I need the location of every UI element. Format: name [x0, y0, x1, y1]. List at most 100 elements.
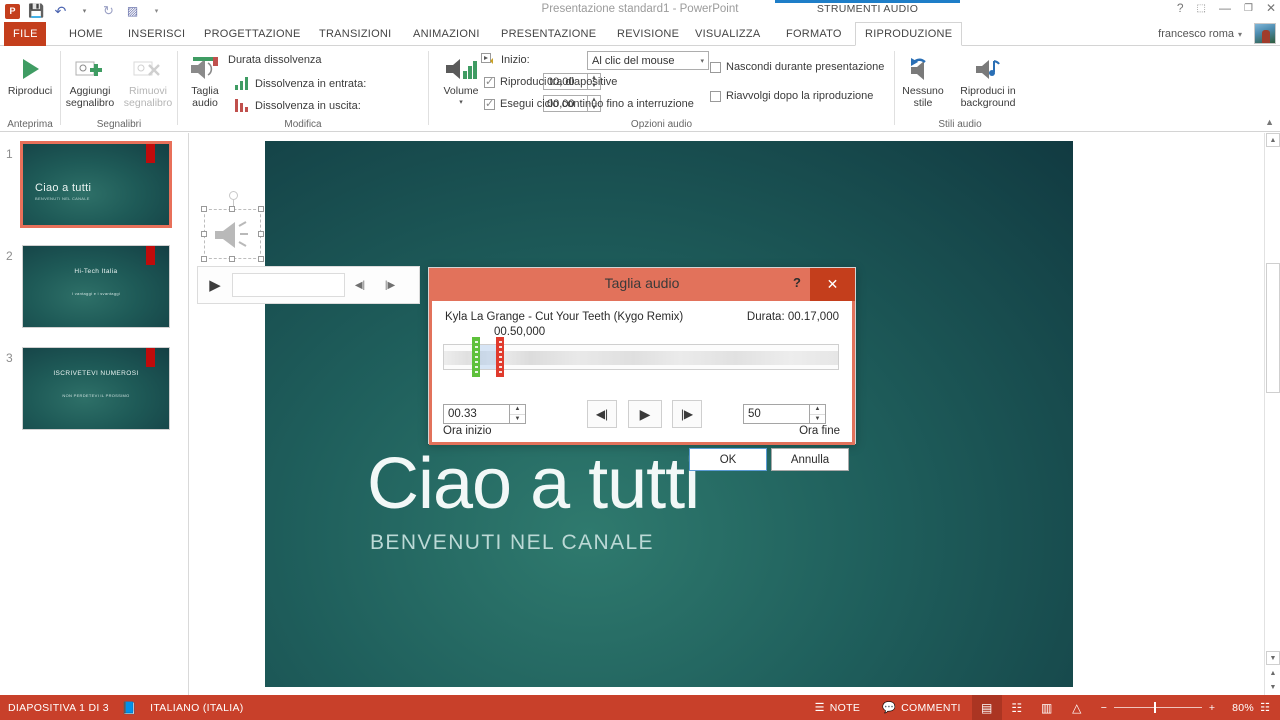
- riavvolgi-checkbox[interactable]: [710, 90, 721, 102]
- comments-button[interactable]: 💬 COMMENTI: [871, 695, 972, 720]
- tab-formato[interactable]: FORMATO: [777, 22, 851, 46]
- fit-slide-icon[interactable]: ☷: [1254, 701, 1276, 714]
- aggiungi-segnalibro-button[interactable]: Aggiungi segnalibro: [58, 49, 122, 113]
- rotate-handle-icon[interactable]: [229, 191, 238, 200]
- play-icon: [0, 49, 62, 83]
- fade-in-label: Dissolvenza in entrata:: [255, 77, 367, 90]
- resize-handle-n[interactable]: [229, 206, 235, 212]
- close-icon[interactable]: ✕: [810, 268, 855, 301]
- tab-riproduzione[interactable]: RIPRODUZIONE: [855, 22, 963, 46]
- restore-icon[interactable]: ❐: [1244, 3, 1253, 14]
- start-time-input[interactable]: 00.33: [443, 404, 510, 424]
- rimuovi-label-2: segnalibro: [123, 96, 173, 109]
- step-forward-button[interactable]: |▶: [672, 400, 702, 428]
- zoom-in-button[interactable]: +: [1209, 702, 1215, 714]
- zoom-level[interactable]: 80%: [1224, 702, 1254, 714]
- audio-object[interactable]: [201, 191, 264, 262]
- avatar[interactable]: [1254, 23, 1276, 44]
- slide-thumbnail-2[interactable]: Hi-Tech Italia I vantaggi e i svantaggi: [22, 245, 170, 328]
- collapse-ribbon-icon[interactable]: ▲: [1265, 117, 1274, 127]
- slide-counter[interactable]: DIAPOSITIVA 1 DI 3: [8, 702, 109, 714]
- language-indicator[interactable]: ITALIANO (ITALIA): [150, 702, 243, 714]
- resize-handle-sw[interactable]: [201, 256, 207, 262]
- spellcheck-icon[interactable]: 📘: [122, 701, 137, 715]
- trim-start-handle[interactable]: [472, 337, 480, 377]
- nascondi-row[interactable]: Nascondi durante presentazione: [710, 61, 884, 73]
- account-name[interactable]: francesco roma ▾: [1158, 22, 1242, 46]
- tab-revisione[interactable]: REVISIONE: [608, 22, 688, 46]
- slide-subtitle[interactable]: BENVENUTI NEL CANALE: [370, 531, 654, 555]
- scroll-down-icon[interactable]: ▼: [1266, 651, 1280, 665]
- tab-progettazione[interactable]: PROGETTAZIONE: [195, 22, 310, 46]
- riproduci-tra-diapositive-checkbox[interactable]: [484, 75, 495, 88]
- resize-handle-s[interactable]: [229, 256, 235, 262]
- trim-end-handle[interactable]: [496, 337, 504, 377]
- inizio-value: Al clic del mouse: [592, 54, 675, 67]
- next-slide-icon[interactable]: ▼: [1266, 680, 1280, 694]
- close-icon[interactable]: ✕: [1266, 1, 1276, 15]
- cancel-button[interactable]: Annulla: [771, 448, 849, 471]
- slide-thumbnail-3[interactable]: ISCRIVETEVI NUMEROSI NON PERDETEVI IL PR…: [22, 347, 170, 430]
- tab-file[interactable]: FILE: [4, 22, 46, 46]
- minimize-icon[interactable]: —: [1219, 1, 1231, 15]
- ciclo-continuo-checkbox[interactable]: [484, 97, 495, 110]
- zoom-control[interactable]: − +: [1092, 702, 1224, 714]
- riavvolgi-row[interactable]: Riavvolgi dopo la riproduzione: [710, 90, 873, 102]
- slideshow-view-button[interactable]: △: [1062, 695, 1092, 720]
- scroll-up-icon[interactable]: ▲: [1266, 133, 1280, 147]
- nessuno-stile-button[interactable]: Nessuno stile: [891, 49, 955, 113]
- ok-button[interactable]: OK: [689, 448, 767, 471]
- end-time-stepper[interactable]: ▲ ▼: [810, 404, 826, 424]
- end-time-input[interactable]: 50: [743, 404, 810, 424]
- group-title-segnalibri: Segnalibri: [96, 119, 142, 130]
- riproduci-tra-diapositive-row[interactable]: Riproduci tra diapositive: [484, 75, 617, 88]
- speaker-icon: [213, 219, 255, 256]
- resize-handle-se[interactable]: [258, 256, 264, 262]
- audio-playback-bar[interactable]: ▶ ◀| |▶: [197, 266, 420, 304]
- dialog-body: Kyla La Grange - Cut Your Teeth (Kygo Re…: [429, 301, 855, 471]
- help-icon[interactable]: ?: [1177, 1, 1184, 15]
- tab-presentazione[interactable]: PRESENTAZIONE: [492, 22, 605, 46]
- inizio-select[interactable]: Al clic del mouse ▾: [587, 51, 709, 70]
- slide-thumbnail-1[interactable]: Ciao a tutti BENVENUTI NEL CANALE: [20, 141, 172, 228]
- reading-view-button[interactable]: ▥: [1032, 695, 1062, 720]
- slide-title[interactable]: Ciao a tutti: [367, 443, 700, 525]
- ciclo-continuo-row[interactable]: Esegui ciclo continuo fino a interruzion…: [484, 97, 694, 110]
- vertical-scrollbar[interactable]: ▲ ▼ ▲ ▼: [1264, 133, 1280, 695]
- normal-view-button[interactable]: ▤: [971, 695, 1002, 720]
- ribbon: Riproduci Anteprima Aggiungi segnalibro …: [0, 46, 1280, 132]
- tab-home[interactable]: HOME: [60, 22, 112, 46]
- ribbon-display-options-icon[interactable]: ⬚: [1197, 3, 1206, 14]
- tab-animazioni[interactable]: ANIMAZIONI: [404, 22, 489, 46]
- playback-play-button[interactable]: ▶: [198, 276, 232, 294]
- resize-handle-e[interactable]: [258, 231, 264, 237]
- resize-handle-ne[interactable]: [258, 206, 264, 212]
- step-back-button[interactable]: ◀|: [587, 400, 617, 428]
- start-time-stepper[interactable]: ▲ ▼: [510, 404, 526, 424]
- inizio-label: Inizio:: [501, 53, 530, 66]
- trim-audio-dialog[interactable]: Taglia audio ? ✕ Kyla La Grange - Cut Yo…: [428, 267, 856, 471]
- slide-sorter-view-button[interactable]: ☷: [1002, 695, 1032, 720]
- start-time-label: Ora inizio: [443, 425, 492, 437]
- fade-out-icon: [235, 99, 250, 112]
- tab-visualizza[interactable]: VISUALIZZA: [686, 22, 769, 46]
- fade-out-label: Dissolvenza in uscita:: [255, 99, 361, 112]
- rimuovi-segnalibro-button[interactable]: Rimuovi segnalibro: [116, 49, 180, 113]
- playback-forward-button[interactable]: |▶: [375, 280, 405, 291]
- scrollbar-thumb[interactable]: [1266, 263, 1280, 393]
- notes-button[interactable]: ☰ NOTE: [804, 695, 872, 720]
- riproduci-in-background-button[interactable]: Riproduci in background: [952, 49, 1024, 113]
- help-icon[interactable]: ?: [793, 275, 801, 290]
- resize-handle-w[interactable]: [201, 231, 207, 237]
- previous-slide-icon[interactable]: ▲: [1266, 666, 1280, 680]
- play-button[interactable]: ▶: [628, 400, 662, 428]
- riproduci-button[interactable]: Riproduci: [0, 49, 62, 113]
- playback-back-button[interactable]: ◀|: [345, 280, 375, 291]
- playback-progress-track[interactable]: [232, 273, 345, 297]
- nascondi-checkbox[interactable]: [710, 61, 721, 73]
- zoom-out-button[interactable]: −: [1101, 702, 1107, 714]
- tab-transizioni[interactable]: TRANSIZIONI: [310, 22, 400, 46]
- zoom-slider[interactable]: [1113, 702, 1202, 713]
- tab-inserisci[interactable]: INSERISCI: [119, 22, 194, 46]
- resize-handle-nw[interactable]: [201, 206, 207, 212]
